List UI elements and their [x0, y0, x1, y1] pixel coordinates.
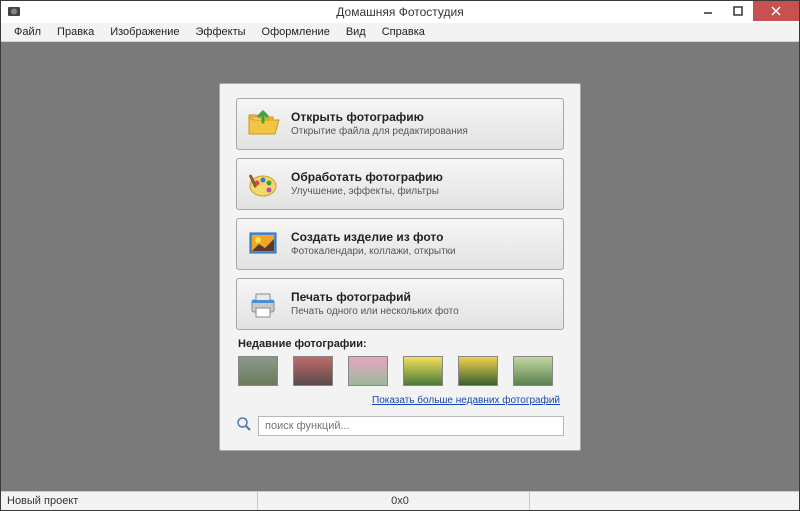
printer-icon [245, 286, 281, 322]
menu-view[interactable]: Вид [339, 24, 373, 40]
open-sub: Открытие файла для редактирования [291, 126, 468, 137]
statusbar: Новый проект 0x0 [1, 491, 799, 510]
start-panel: Открыть фотографию Открытие файла для ре… [219, 83, 581, 451]
photo-frame-icon [245, 226, 281, 262]
recent-photos-row [236, 356, 564, 386]
titlebar: Домашняя Фотостудия [1, 1, 799, 23]
recent-photos-label: Недавние фотографии: [238, 338, 564, 350]
window-title: Домашняя Фотостудия [1, 5, 799, 19]
process-photo-button[interactable]: Обработать фотографию Улучшение, эффекты… [236, 158, 564, 210]
recent-thumb[interactable] [348, 356, 388, 386]
print-title: Печать фотографий [291, 290, 459, 304]
menu-design[interactable]: Оформление [255, 24, 337, 40]
show-more-recent-link[interactable]: Показать больше недавних фотографий [372, 395, 560, 406]
menu-file[interactable]: Файл [7, 24, 48, 40]
open-folder-icon [245, 106, 281, 142]
search-icon [236, 416, 252, 435]
open-title: Открыть фотографию [291, 110, 468, 124]
recent-thumb[interactable] [403, 356, 443, 386]
recent-thumb[interactable] [513, 356, 553, 386]
maximize-button[interactable] [723, 1, 753, 21]
close-button[interactable] [753, 1, 799, 21]
recent-thumb[interactable] [458, 356, 498, 386]
menu-edit[interactable]: Правка [50, 24, 101, 40]
menu-image[interactable]: Изображение [103, 24, 186, 40]
create-title: Создать изделие из фото [291, 230, 456, 244]
minimize-button[interactable] [693, 1, 723, 21]
create-sub: Фотокалендари, коллажи, открытки [291, 246, 456, 257]
recent-thumb[interactable] [238, 356, 278, 386]
menubar: Файл Правка Изображение Эффекты Оформлен… [1, 23, 799, 42]
status-project: Новый проект [1, 495, 78, 507]
open-photo-button[interactable]: Открыть фотографию Открытие файла для ре… [236, 98, 564, 150]
create-product-button[interactable]: Создать изделие из фото Фотокалендари, к… [236, 218, 564, 270]
menu-help[interactable]: Справка [375, 24, 432, 40]
canvas-area: Открыть фотографию Открытие файла для ре… [1, 42, 799, 491]
print-sub: Печать одного или нескольких фото [291, 306, 459, 317]
search-input[interactable] [258, 416, 564, 436]
palette-icon [245, 166, 281, 202]
print-photos-button[interactable]: Печать фотографий Печать одного или неск… [236, 278, 564, 330]
process-title: Обработать фотографию [291, 170, 443, 184]
status-dimensions: 0x0 [391, 495, 409, 507]
process-sub: Улучшение, эффекты, фильтры [291, 186, 443, 197]
menu-effects[interactable]: Эффекты [189, 24, 253, 40]
recent-thumb[interactable] [293, 356, 333, 386]
